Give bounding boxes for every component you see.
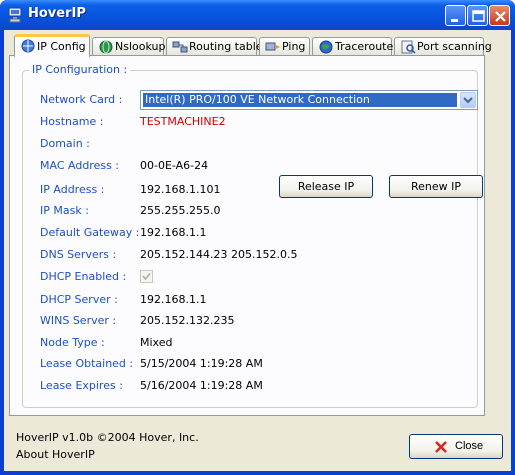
about-link[interactable]: About HoverIP bbox=[16, 448, 95, 461]
app-icon bbox=[8, 7, 22, 23]
close-icon bbox=[495, 11, 506, 22]
tab-ping[interactable]: Ping bbox=[259, 37, 310, 56]
lease-expires-value: 5/16/2004 1:19:28 AM bbox=[140, 379, 263, 392]
ip-configuration-group: IP Configuration : Network Card : Intel(… bbox=[22, 63, 483, 408]
node-type-label: Node Type : bbox=[40, 336, 105, 349]
renew-ip-button[interactable]: Renew IP bbox=[389, 175, 483, 198]
close-button[interactable]: Close bbox=[409, 434, 503, 459]
window-client: IP Config Nslookup Routing table Ping Tr… bbox=[4, 30, 511, 471]
tab-nslookup[interactable]: Nslookup bbox=[92, 37, 165, 56]
dhcp-server-label: DHCP Server : bbox=[40, 293, 118, 306]
wins-server-value: 205.152.132.235 bbox=[140, 314, 235, 327]
tab-ip-config[interactable]: IP Config bbox=[14, 34, 90, 57]
app-window: HoverIP IP Config Nslookup Routing table bbox=[0, 0, 515, 475]
release-ip-button[interactable]: Release IP bbox=[279, 175, 373, 198]
tab-routing-table[interactable]: Routing table bbox=[166, 37, 263, 56]
dropdown-button[interactable] bbox=[460, 92, 476, 108]
network-card-select[interactable]: Intel(R) PRO/100 VE Network Connection bbox=[140, 90, 478, 110]
dns-servers-label: DNS Servers : bbox=[40, 248, 117, 261]
mac-address-label: MAC Address : bbox=[40, 159, 120, 172]
routing-icon bbox=[172, 41, 188, 53]
close-window-button[interactable] bbox=[489, 5, 510, 26]
close-x-icon bbox=[435, 441, 447, 453]
ping-icon bbox=[265, 42, 280, 51]
maximize-button[interactable] bbox=[467, 5, 488, 26]
maximize-icon bbox=[472, 10, 485, 22]
close-button-label: Close bbox=[455, 440, 484, 452]
copyright-text: HoverIP v1.0b ©2004 Hover, Inc. bbox=[16, 431, 199, 444]
ip-address-label: IP Address : bbox=[40, 183, 105, 196]
window-title: HoverIP bbox=[28, 6, 86, 21]
lease-obtained-label: Lease Obtained : bbox=[40, 357, 134, 370]
minimize-icon bbox=[451, 19, 458, 22]
title-bar[interactable]: HoverIP bbox=[0, 0, 515, 30]
mac-address-value: 00-0E-A6-24 bbox=[140, 159, 209, 172]
minimize-button[interactable] bbox=[445, 5, 466, 26]
dhcp-server-value: 192.168.1.1 bbox=[140, 293, 207, 306]
wins-server-label: WINS Server : bbox=[40, 314, 117, 327]
group-title: IP Configuration : bbox=[29, 63, 131, 76]
tab-port-scanning[interactable]: Port scanning bbox=[394, 37, 492, 56]
chevron-down-icon bbox=[463, 97, 473, 104]
ip-address-value: 192.168.1.101 bbox=[140, 183, 221, 196]
hostname-value: TESTMACHINE2 bbox=[140, 115, 226, 128]
tab-traceroute[interactable]: Traceroute bbox=[312, 37, 393, 56]
checkmark-icon bbox=[142, 272, 151, 281]
dhcp-enabled-checkbox[interactable] bbox=[140, 270, 153, 283]
scan-icon bbox=[401, 40, 416, 54]
dhcp-enabled-label: DHCP Enabled : bbox=[40, 270, 127, 283]
lease-obtained-value: 5/15/2004 1:19:28 AM bbox=[140, 357, 263, 370]
lease-expires-label: Lease Expires : bbox=[40, 379, 123, 392]
globe-icon bbox=[319, 40, 333, 54]
ip-mask-value: 255.255.255.0 bbox=[140, 204, 221, 217]
network-card-label: Network Card : bbox=[40, 93, 123, 106]
dns-servers-value: 205.152.144.23 205.152.0.5 bbox=[140, 248, 298, 261]
hostname-label: Hostname : bbox=[40, 115, 104, 128]
network-icon bbox=[21, 39, 35, 53]
default-gateway-label: Default Gateway : bbox=[40, 226, 140, 239]
ip-mask-label: IP Mask : bbox=[40, 204, 89, 217]
network-card-value: Intel(R) PRO/100 VE Network Connection bbox=[143, 93, 457, 107]
node-type-value: Mixed bbox=[140, 336, 173, 349]
globe-icon bbox=[99, 40, 113, 54]
ip-config-panel: IP Configuration : Network Card : Intel(… bbox=[9, 55, 485, 416]
domain-label: Domain : bbox=[40, 137, 90, 150]
default-gateway-value: 192.168.1.1 bbox=[140, 226, 207, 239]
